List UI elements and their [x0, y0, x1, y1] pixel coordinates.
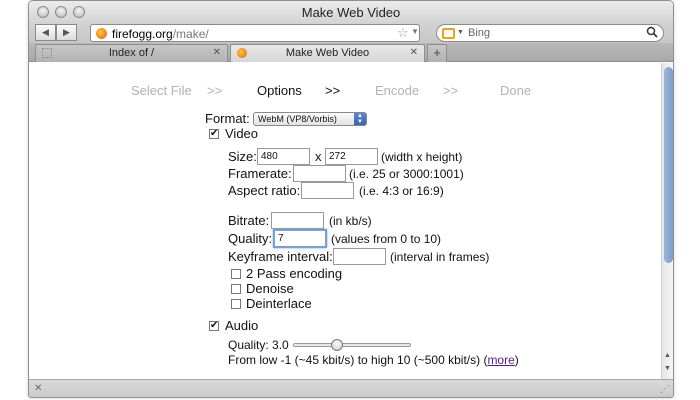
size-label: Size:: [228, 149, 257, 164]
search-icon[interactable]: [646, 26, 658, 38]
step-options: Options: [257, 83, 302, 98]
firefox-favicon-icon: [96, 28, 107, 39]
two-pass-label: 2 Pass encoding: [246, 266, 343, 281]
scroll-down-icon[interactable]: ▼: [664, 365, 671, 372]
close-icon[interactable]: ✕: [34, 383, 42, 394]
width-input[interactable]: [257, 148, 310, 165]
url-text[interactable]: firefogg.org/make/: [112, 27, 209, 41]
height-input[interactable]: [325, 148, 378, 165]
back-arrow-icon: ◀: [42, 27, 49, 37]
video-label: Video: [225, 126, 259, 141]
step-done: Done: [500, 83, 532, 98]
aspect-ratio-input[interactable]: [301, 182, 354, 199]
step-separator: >>: [207, 83, 223, 98]
deinterlace-label: Deinterlace: [246, 296, 312, 311]
forward-arrow-icon: ▶: [63, 27, 70, 37]
bitrate-note: (in kb/s): [329, 214, 372, 228]
status-bar: ✕ ⋰: [29, 379, 673, 397]
keyframe-interval-note: (interval in frames): [390, 250, 490, 264]
step-separator: >>: [443, 83, 459, 98]
audio-quality-slider-thumb[interactable]: [331, 339, 344, 351]
new-tab-button[interactable]: +: [427, 44, 447, 62]
keyframe-interval-label: Keyframe interval:: [228, 249, 333, 264]
search-bar[interactable]: ▼ Bing: [436, 24, 664, 42]
format-label: Format:: [205, 111, 250, 126]
quality-input[interactable]: [273, 229, 327, 248]
engine-dropdown-icon[interactable]: ▼: [457, 29, 464, 36]
search-input[interactable]: Bing: [468, 27, 490, 39]
video-checkbox[interactable]: ✔: [209, 129, 219, 139]
close-icon[interactable]: ✕: [213, 47, 221, 58]
back-button[interactable]: ◀: [35, 24, 56, 41]
title-bar: Make Web Video: [29, 1, 673, 23]
select-arrows-icon: ▲ ▼: [354, 113, 366, 125]
plus-icon: +: [433, 45, 441, 60]
denoise-label: Denoise: [246, 281, 294, 296]
quality-label: Quality:: [228, 231, 273, 246]
browser-window: Make Web Video ◀ ▶ firefogg.org/make/ ☆ …: [28, 0, 674, 398]
scrollbar-thumb[interactable]: [664, 67, 673, 263]
audio-quality-slider-track[interactable]: [293, 343, 411, 347]
url-path: /make/: [172, 27, 209, 41]
navigation-toolbar: ◀ ▶ firefogg.org/make/ ☆ ▼ ▼ Bing: [29, 23, 673, 43]
audio-label: Audio: [225, 318, 259, 333]
tab-bar: Index of / ✕ Make Web Video ✕ +: [29, 43, 673, 62]
format-value: WebM (VP8/Vorbis): [258, 114, 337, 124]
tab-make-web-video[interactable]: Make Web Video ✕: [230, 44, 425, 62]
size-note: (width x height): [381, 150, 463, 164]
deinterlace-checkbox[interactable]: [231, 299, 241, 309]
close-icon[interactable]: ✕: [410, 47, 418, 58]
two-pass-checkbox[interactable]: [231, 269, 241, 279]
bing-engine-icon[interactable]: [442, 28, 455, 39]
window-title: Make Web Video: [301, 5, 401, 20]
step-encode: Encode: [375, 83, 420, 98]
quality-note: (values from 0 to 10): [331, 232, 442, 246]
forward-button[interactable]: ▶: [56, 24, 77, 41]
format-select[interactable]: WebM (VP8/Vorbis) ▲ ▼: [253, 112, 367, 126]
vertical-scrollbar[interactable]: ▲ ▼: [661, 63, 673, 379]
audio-range-text: From low -1 (~45 kbit/s) to high 10 (~50…: [228, 353, 488, 367]
framerate-label: Framerate:: [228, 166, 292, 181]
bitrate-input[interactable]: [271, 212, 324, 229]
framerate-input[interactable]: [293, 165, 346, 182]
step-separator: >>: [325, 83, 341, 98]
denoise-checkbox[interactable]: [231, 284, 241, 294]
aspect-ratio-note: (i.e. 4:3 or 16:9): [359, 184, 444, 198]
tab-label: Make Web Video: [285, 47, 370, 59]
bitrate-label: Bitrate:: [228, 213, 270, 228]
audio-quality-label: Quality: 3.0: [228, 338, 289, 352]
page-content: Select File >> Options >> Encode >> Done…: [29, 63, 661, 379]
bookmark-star-icon[interactable]: ☆: [397, 25, 409, 41]
scroll-up-icon[interactable]: ▲: [664, 352, 671, 359]
resize-grip-icon[interactable]: ⋰: [660, 384, 670, 395]
audio-range-note: From low -1 (~45 kbit/s) to high 10 (~50…: [228, 353, 519, 367]
step-select-file: Select File: [131, 83, 192, 98]
more-link[interactable]: more: [487, 353, 514, 367]
audio-checkbox[interactable]: ✔: [209, 321, 219, 331]
tab-index[interactable]: Index of / ✕: [35, 44, 228, 62]
url-host: firefogg.org: [112, 27, 173, 41]
audio-range-close: ): [514, 353, 519, 367]
framerate-note: (i.e. 25 or 3000:1001): [349, 167, 464, 181]
aspect-ratio-label: Aspect ratio:: [228, 183, 301, 198]
url-bar[interactable]: firefogg.org/make/ ☆ ▼: [90, 24, 420, 42]
tab-label: Index of /: [108, 47, 155, 59]
url-dropdown-icon[interactable]: ▼: [411, 27, 419, 36]
size-x-label: x: [315, 149, 322, 164]
keyframe-interval-input[interactable]: [333, 248, 386, 265]
